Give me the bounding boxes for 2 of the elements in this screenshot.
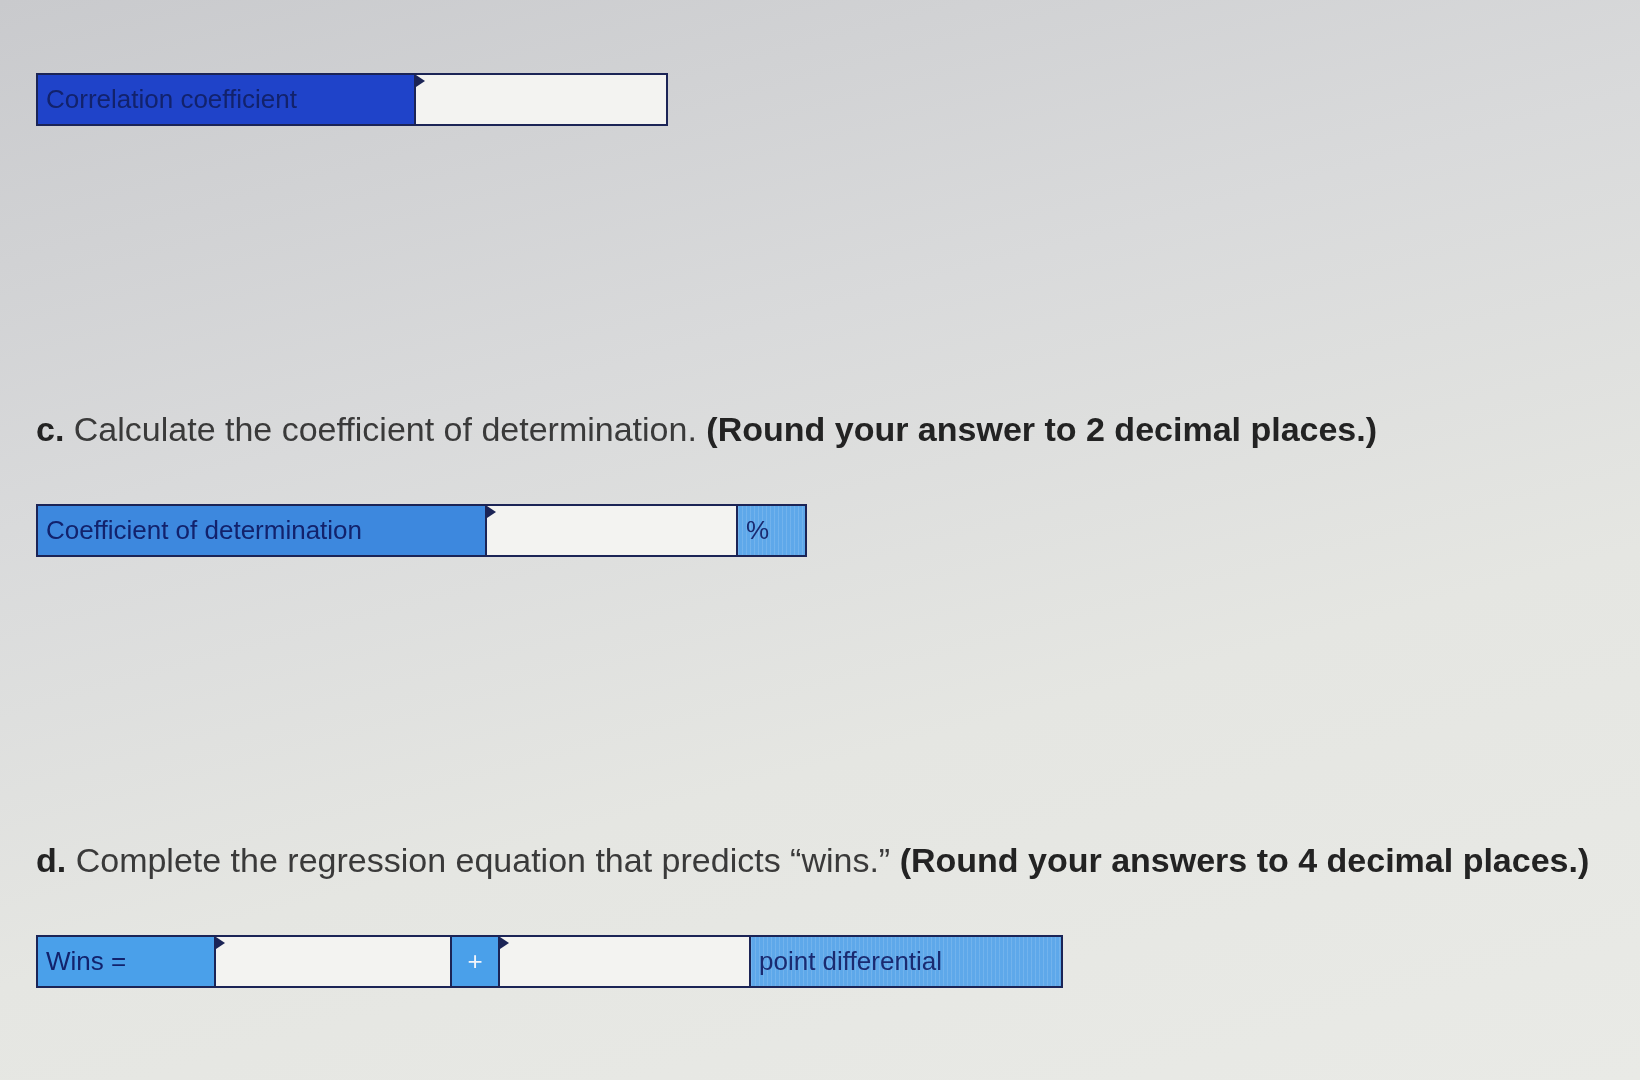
question-text: c. Calculate the coefficient of determination. (Round your answer to 2 decimal places.) <box>36 410 1378 448</box>
question-text: d. Complete the regression equation that predicts “wins.” (Round your answers to 4 decimal places.) <box>36 841 1590 879</box>
